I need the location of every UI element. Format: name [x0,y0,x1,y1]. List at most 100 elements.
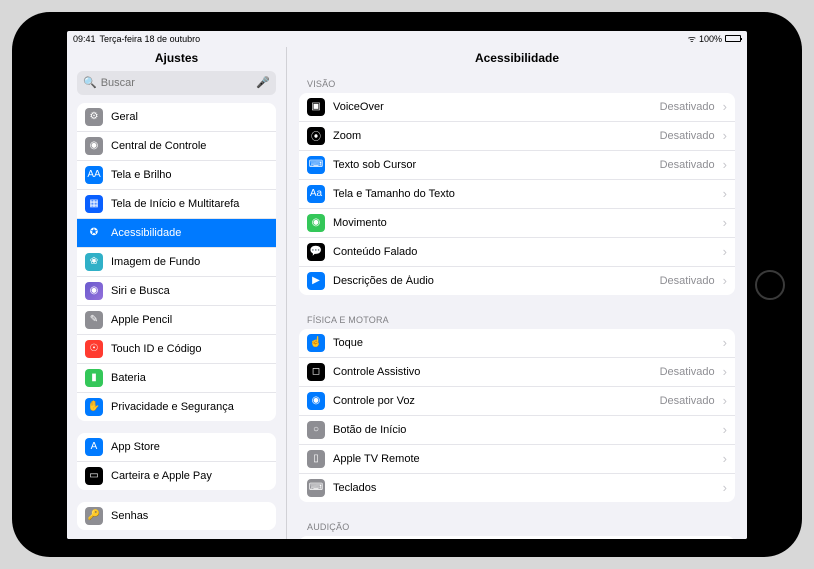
general-icon: ⚙ [85,108,103,126]
sidebar-item-touchid[interactable]: ☉ Touch ID e Código [77,335,276,364]
sidebar-item-label: Privacidade e Segurança [111,401,268,413]
detail-row-label: Teclados [333,482,715,494]
wallet-icon: ▭ [85,467,103,485]
detail-row-label: Conteúdo Falado [333,246,715,258]
privacy-icon: ✋ [85,398,103,416]
sidebar-item-label: Apple Pencil [111,314,268,326]
detail-row-label: Controle Assistivo [333,366,652,378]
voicecontrol-icon: ◉ [307,392,325,410]
touchid-icon: ☉ [85,340,103,358]
sidebar-item-display[interactable]: AA Tela e Brilho [77,161,276,190]
detail-row-homebtn[interactable]: ○Botão de Início› [299,416,735,445]
chevron-right-icon: › [723,364,727,379]
status-text: Desativado [660,130,715,142]
sidebar-item-label: Acessibilidade [111,227,268,239]
detail-row-textsize[interactable]: AaTela e Tamanho do Texto› [299,180,735,209]
detail-row-label: Tela e Tamanho do Texto [333,188,715,200]
audiodesc-icon: ▶ [307,272,325,290]
home-button[interactable] [755,270,785,300]
chevron-right-icon: › [723,393,727,408]
chevron-right-icon: › [723,99,727,114]
search-input[interactable] [101,77,253,89]
detail-row-hover[interactable]: ⌨Texto sob CursorDesativado› [299,151,735,180]
detail-row-label: Zoom [333,130,652,142]
chevron-right-icon: › [723,273,727,288]
detail-row-motion[interactable]: ◉Movimento› [299,209,735,238]
home-multitask-icon: ▦ [85,195,103,213]
detail-row-hearing[interactable]: 👂Dispositivos Auditivos› [299,536,735,539]
wifi-icon: ᯤ [688,32,696,45]
textsize-icon: Aa [307,185,325,203]
display-icon: AA [85,166,103,184]
sidebar-list[interactable]: ⚙Geral◉Central de Controle AA Tela e Brilh… [67,103,286,539]
detail-title: Acessibilidade [287,47,747,71]
detail-list[interactable]: VISÃO▣VoiceOverDesativado›⦿ZoomDesativad… [287,71,747,539]
battery-icon [725,35,741,42]
sidebar: Ajustes 🔍 🎤 ⚙Geral◉Central de ControleAA… [67,47,287,539]
detail-row-keyboards[interactable]: ⌨Teclados› [299,474,735,502]
sidebar-item-siri[interactable]: ◉ Siri e Busca [77,277,276,306]
detail-row-voicecontrol[interactable]: ◉Controle por VozDesativado› [299,387,735,416]
sidebar-item-label: Bateria [111,372,268,384]
detail-row-zoom[interactable]: ⦿ZoomDesativado› [299,122,735,151]
chevron-right-icon: › [723,335,727,350]
detail-row-audiodesc[interactable]: ▶Descrições de ÁudioDesativado› [299,267,735,295]
sidebar-item-label: Siri e Busca [111,285,268,297]
search-field[interactable]: 🔍 🎤 [77,71,276,95]
mic-icon[interactable]: 🎤 [256,76,270,89]
status-time: 09:41 [73,34,96,44]
accessibility-icon: ✪ [85,224,103,242]
detail-row-label: Controle por Voz [333,395,652,407]
screen: 09:41 Terça-feira 18 de outubro ᯤ 100% A… [67,31,747,539]
detail-row-spoken[interactable]: 💬Conteúdo Falado› [299,238,735,267]
status-text: Desativado [660,366,715,378]
status-text: Desativado [660,275,715,287]
sidebar-item-label: Touch ID e Código [111,343,268,355]
battery-percent: 100% [699,34,722,44]
status-bar: 09:41 Terça-feira 18 de outubro ᯤ 100% [67,31,747,47]
detail-row-label: Texto sob Cursor [333,159,652,171]
sidebar-item-label: Tela e Brilho [111,169,268,181]
sidebar-item-general[interactable]: ⚙Geral [77,103,276,132]
detail-row-tvremote[interactable]: ▯Apple TV Remote› [299,445,735,474]
ipad-device: 09:41 Terça-feira 18 de outubro ᯤ 100% A… [12,12,802,557]
section-header: VISÃO [299,71,735,93]
siri-icon: ◉ [85,282,103,300]
detail-row-touch[interactable]: ☝ Toque › [299,329,735,358]
sidebar-item-passwords[interactable]: 🔑 Senhas [77,502,276,530]
chevron-right-icon: › [723,244,727,259]
detail-row-label: VoiceOver [333,101,652,113]
touch-icon: ☝ [307,334,325,352]
status-date: Terça-feira 18 de outubro [100,34,201,44]
sidebar-item-accessibility[interactable]: ✪ Acessibilidade [77,219,276,248]
passwords-icon: 🔑 [85,507,103,525]
detail-row-label: Toque [333,337,715,349]
sidebar-item-battery[interactable]: ▮Bateria [77,364,276,393]
section-header: FÍSICA E MOTORA [299,307,735,329]
search-icon: 🔍 [83,76,97,89]
status-text: Desativado [660,101,715,113]
sidebar-item-appstore[interactable]: A App Store [77,433,276,462]
detail-row-assistive[interactable]: ◻ Controle Assistivo Desativado › [299,358,735,387]
sidebar-item-label: Carteira e Apple Pay [111,470,268,482]
sidebar-item-label: Tela de Início e Multitarefa [111,198,268,210]
control-center-icon: ◉ [85,137,103,155]
sidebar-item-wallpaper[interactable]: ❀Imagem de Fundo [77,248,276,277]
chevron-right-icon: › [723,422,727,437]
sidebar-item-control-center[interactable]: ◉Central de Controle [77,132,276,161]
chevron-right-icon: › [723,480,727,495]
detail-row-voiceover[interactable]: ▣VoiceOverDesativado› [299,93,735,122]
sidebar-item-home-multitask[interactable]: ▦ Tela de Início e Multitarefa [77,190,276,219]
sidebar-item-label: Senhas [111,510,268,522]
sidebar-item-wallet[interactable]: ▭ Carteira e Apple Pay [77,462,276,490]
sidebar-item-pencil[interactable]: ✎Apple Pencil [77,306,276,335]
chevron-right-icon: › [723,215,727,230]
sidebar-item-privacy[interactable]: ✋ Privacidade e Segurança [77,393,276,421]
sidebar-item-label: App Store [111,441,268,453]
status-text: Desativado [660,159,715,171]
assistive-icon: ◻ [307,363,325,381]
motion-icon: ◉ [307,214,325,232]
wallpaper-icon: ❀ [85,253,103,271]
section-header: AUDIÇÃO [299,514,735,536]
appstore-icon: A [85,438,103,456]
